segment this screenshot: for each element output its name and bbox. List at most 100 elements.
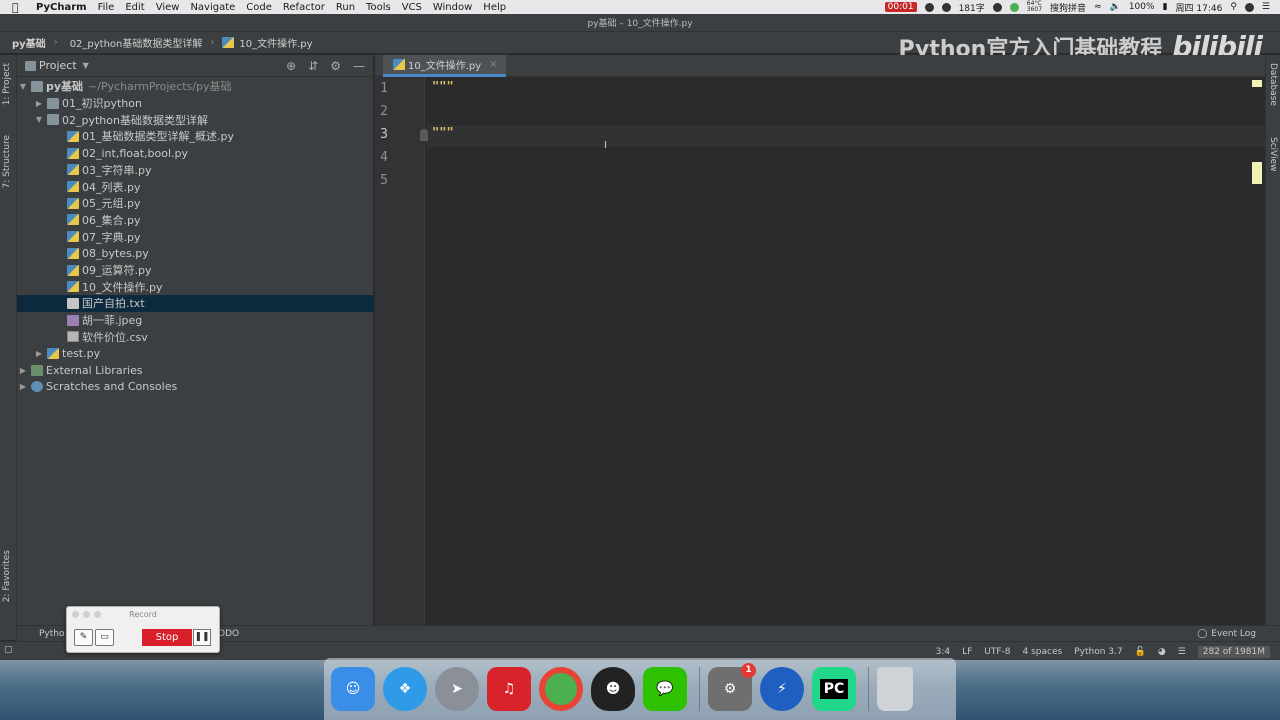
recording-timer[interactable]: 00:01 (884, 2, 917, 12)
python-interpreter[interactable]: Python 3.7 (1074, 647, 1122, 657)
minimize-icon[interactable] (83, 611, 90, 618)
memory-indicator[interactable]: 282 of 1981M (1197, 645, 1270, 658)
hide-panel-icon[interactable]: — (353, 59, 365, 73)
close-icon[interactable]: × (489, 59, 497, 70)
caret-position[interactable]: 3:4 (936, 647, 950, 657)
stop-button[interactable]: Stop (142, 629, 192, 646)
tab-structure[interactable]: 7: Structure (2, 135, 12, 189)
thunder-icon[interactable]: ⚡ (760, 667, 804, 711)
inspection-icon[interactable]: ◕ (1158, 647, 1166, 657)
breadcrumb-project[interactable]: py基础 (12, 35, 46, 50)
line-gutter[interactable]: 1 2 3 4 5 (375, 77, 428, 625)
collapse-all-icon[interactable]: ⇵ (308, 59, 318, 73)
tree-item-file[interactable]: 07_字典.py (65, 228, 141, 245)
tree-item-file[interactable]: 09_运算符.py (65, 262, 152, 279)
code-editor[interactable]: 1 2 3 4 5 """ """ I (375, 77, 1265, 625)
tree-item-file[interactable]: 08_bytes.py (65, 245, 149, 262)
pen-icon[interactable]: ✎ (74, 629, 93, 646)
tab-favorites[interactable]: 2: Favorites (2, 550, 12, 602)
launchpad-icon[interactable]: ➤ (435, 667, 479, 711)
breadcrumb-file[interactable]: 10_文件操作.py (239, 35, 312, 50)
fold-marker-icon[interactable] (420, 129, 428, 141)
tree-item-test[interactable]: ▶ test.py (33, 345, 100, 362)
screen-icon[interactable]: ▭ (95, 629, 114, 646)
ime-indicator[interactable]: 搜狗拼音 (1050, 1, 1086, 14)
battery-icon[interactable]: ▮ (1163, 2, 1168, 12)
tree-item-folder-01[interactable]: ▶ 01_初识python (33, 95, 142, 112)
lock-icon[interactable]: 🔓 (1135, 647, 1146, 657)
breadcrumb-folder[interactable]: 02_python基础数据类型详解 (70, 35, 203, 50)
tab-database[interactable]: Database (1268, 63, 1278, 106)
tree-item-file[interactable]: 02_int,float,bool.py (65, 145, 188, 162)
pause-icon[interactable]: ❚❚ (193, 629, 211, 646)
tree-item-file[interactable]: 05_元组.py (65, 195, 141, 212)
project-view-selector[interactable]: Project (39, 59, 77, 72)
tree-item-file[interactable]: 03_字符串.py (65, 162, 152, 179)
tree-item-file[interactable]: 软件价位.csv (65, 329, 148, 346)
chevron-down-icon[interactable]: ▼ (83, 61, 89, 70)
line-separator[interactable]: LF (962, 647, 972, 657)
chevron-right-icon[interactable]: ▶ (33, 349, 45, 358)
tree-item-file[interactable]: 10_文件操作.py (65, 278, 163, 295)
zoom-icon[interactable] (94, 611, 101, 618)
sensor-readout[interactable]: 64°C 3607 (1027, 1, 1042, 13)
scroll-marker[interactable] (1252, 162, 1262, 184)
wifi-icon[interactable]: ≈ (1094, 2, 1102, 12)
system-preferences-icon[interactable]: ⚙ 1 (708, 663, 756, 711)
menu-code[interactable]: Code (246, 2, 272, 13)
status-app-icon[interactable] (924, 2, 934, 12)
tree-item-file[interactable]: 06_集合.py (65, 212, 141, 229)
tree-item-file[interactable]: 04_列表.py (65, 178, 141, 195)
trash-icon[interactable] (877, 667, 913, 711)
tree-root[interactable]: ▼ py基础 ~/PycharmProjects/py基础 (17, 78, 232, 95)
tree-item-file[interactable]: 胡一菲.jpeg (65, 312, 142, 329)
char-count[interactable]: 181字 (959, 1, 985, 14)
chevron-right-icon[interactable]: ▶ (17, 382, 29, 391)
qq-icon[interactable]: ☻ (591, 667, 635, 711)
tab-event-log[interactable]: Event Log (1211, 629, 1256, 639)
chevron-right-icon[interactable]: ▶ (33, 99, 45, 108)
color-status-icon[interactable] (1009, 2, 1019, 12)
apple-icon[interactable]:  (12, 1, 30, 14)
menu-window[interactable]: Window (433, 2, 472, 13)
scroll-marker[interactable] (1252, 80, 1262, 87)
tree-item-scratches[interactable]: ▶ Scratches and Consoles (17, 379, 177, 396)
clock[interactable]: 周四 17:46 (1176, 1, 1223, 14)
safari-icon[interactable]: ❖ (383, 667, 427, 711)
menu-run[interactable]: Run (336, 2, 355, 13)
pycharm-icon[interactable]: PC (812, 667, 856, 711)
volume-icon[interactable]: 🔈 (1110, 2, 1121, 12)
menu-help[interactable]: Help (483, 2, 506, 13)
git-icon[interactable]: ☰ (1178, 647, 1186, 657)
siri-icon[interactable] (1244, 2, 1254, 12)
gear-icon[interactable]: ⚙ (330, 59, 341, 73)
locate-icon[interactable]: ⊕ (286, 59, 296, 73)
netease-music-icon[interactable]: ♫ (487, 667, 531, 711)
wechat-icon[interactable]: 💬 (643, 667, 687, 711)
cursor-status-icon[interactable] (992, 2, 1002, 12)
wechat-status-icon[interactable] (941, 2, 951, 12)
event-log-icon[interactable]: ◯ (1197, 629, 1207, 639)
menu-view[interactable]: View (156, 2, 180, 13)
tree-item-file-selected[interactable]: 国产自拍.txt (17, 295, 374, 312)
tab-project[interactable]: 1: Project (2, 63, 12, 105)
chevron-right-icon[interactable]: ▶ (17, 366, 29, 375)
menu-tools[interactable]: Tools (366, 2, 391, 13)
notification-center-icon[interactable]: ☰ (1262, 2, 1270, 12)
tree-item-folder-02[interactable]: ▼ 02_python基础数据类型详解 (33, 111, 208, 128)
menu-file[interactable]: File (98, 2, 115, 13)
tree-item-external-libraries[interactable]: ▶ External Libraries (17, 362, 143, 379)
menu-edit[interactable]: Edit (125, 2, 144, 13)
menu-navigate[interactable]: Navigate (190, 2, 235, 13)
chevron-down-icon[interactable]: ▼ (33, 115, 45, 124)
file-encoding[interactable]: UTF-8 (984, 647, 1010, 657)
editor-tab-active[interactable]: 10_文件操作.py × (383, 55, 506, 77)
battery-percent[interactable]: 100% (1129, 2, 1155, 12)
chevron-down-icon[interactable]: ▼ (17, 82, 29, 91)
menu-refactor[interactable]: Refactor (283, 2, 325, 13)
finder-icon[interactable]: ☺ (331, 667, 375, 711)
close-icon[interactable] (72, 611, 79, 618)
tab-python-console[interactable]: Pytho (39, 629, 65, 639)
menu-vcs[interactable]: VCS (402, 2, 422, 13)
toggle-tool-windows-icon[interactable]: ▢ (4, 645, 13, 655)
